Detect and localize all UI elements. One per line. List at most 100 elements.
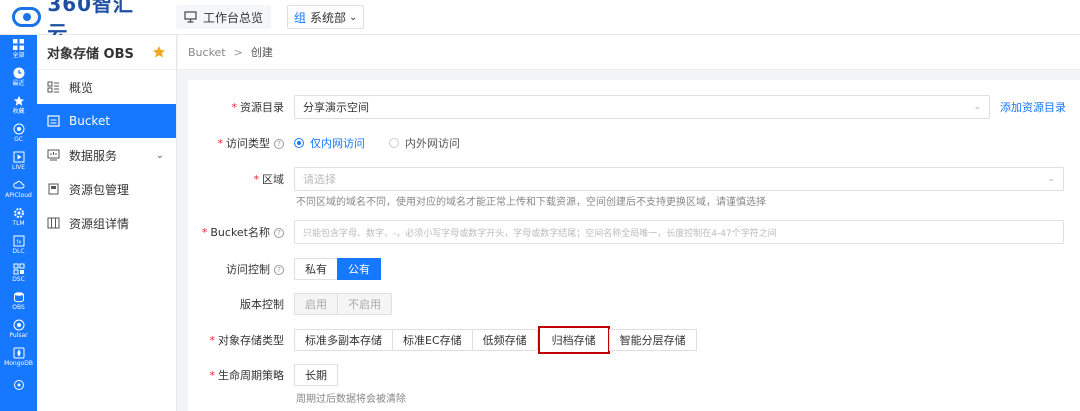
dsc-icon (13, 263, 25, 275)
workbench-label: 工作台总览 (203, 10, 264, 25)
chevron-down-icon: ⌄ (973, 102, 981, 112)
workbench-button[interactable]: 工作台总览 (176, 5, 272, 29)
rail-item-more[interactable] (0, 371, 37, 399)
package-icon (47, 183, 63, 195)
pulsar-icon (13, 319, 25, 331)
sidebar-item-resource-group[interactable]: 资源组详情 (37, 206, 176, 240)
rail-label: DSC (12, 275, 25, 283)
rail-item-pulsar[interactable]: Pulsar (0, 315, 37, 343)
breadcrumb-current: 创建 (250, 46, 273, 59)
rail-label: Pulsar (9, 331, 28, 339)
top-bar: 360智汇云 工作台总览 组 系统部 ⌄ (0, 0, 1080, 45)
rail-label: OBS (12, 303, 25, 311)
rail-label: MongoDB (4, 359, 33, 367)
lifecycle-label: * 生命周期策略 (209, 369, 285, 382)
versioning-label: 版本控制 (240, 298, 284, 311)
cloud-api-icon (12, 179, 25, 191)
acl-row: 访问控制? 私有 公有 (188, 258, 1080, 280)
rail-item-最近[interactable]: 最近 (0, 63, 37, 91)
department-selector[interactable]: 组 系统部 ⌄ (287, 5, 365, 29)
radio-intranet-only[interactable]: 仅内网访问 (294, 135, 365, 151)
sidebar-item-data-service[interactable]: 数据服务 ⌄ (37, 138, 176, 172)
rail-item-tlm[interactable]: TLM (0, 203, 37, 231)
rail-item-dsc[interactable]: DSC (0, 259, 37, 287)
storage-type-row: * 对象存储类型 标准多副本存储 标准EC存储 低频存储 归档存储 智能分层存储 (188, 326, 1080, 354)
help-icon: ? (274, 228, 284, 238)
logo-mark-icon (12, 7, 42, 27)
rail-label: DLC (12, 247, 25, 255)
region-label: * 区域 (253, 173, 285, 186)
sidebar-item-overview[interactable]: 概览 (37, 70, 176, 104)
region-hint: 不同区域的域名不同，使用对应的域名才能正常上传和下载资源，空间创建后不支持更换区… (296, 197, 766, 208)
more-icon (13, 379, 25, 391)
svg-text:fx: fx (16, 239, 21, 245)
mongodb-icon (13, 347, 25, 359)
rail-item-dlc[interactable]: fx DLC (0, 231, 37, 259)
rail-label: 最近 (12, 79, 25, 87)
sidebar-item-bucket[interactable]: Bucket (37, 104, 176, 138)
favorite-star-icon[interactable] (152, 45, 166, 59)
storage-archive-button[interactable]: 归档存储 (537, 326, 610, 354)
resource-dir-select[interactable]: 分享演示空间 ⌄ (294, 95, 990, 119)
acl-label: 访问控制? (188, 261, 290, 277)
versioning-enable-button[interactable]: 启用 (294, 293, 338, 315)
monitor-icon (184, 11, 197, 23)
acl-segment: 私有 公有 (294, 258, 381, 280)
resource-group-icon (47, 217, 63, 229)
add-resource-dir-link[interactable]: 添加资源目录 (1000, 99, 1066, 115)
sidebar-item-package[interactable]: 资源包管理 (37, 172, 176, 206)
lifecycle-hint: 周期过后数据将会被清除 (296, 394, 406, 405)
region-row: * 区域 请选择 ⌄ (188, 167, 1080, 191)
overview-icon (47, 81, 63, 93)
play-icon (13, 151, 25, 163)
rail-item-gc[interactable]: GC (0, 119, 37, 147)
versioning-disable-button[interactable]: 不启用 (337, 293, 392, 315)
rail-label: LIVE (11, 163, 25, 171)
sidebar-item-label: Bucket (69, 114, 111, 128)
star-icon (13, 95, 25, 107)
sidebar-item-label: 概览 (69, 80, 94, 95)
resource-dir-row: * 资源目录 分享演示空间 ⌄ 添加资源目录 (188, 95, 1080, 119)
bucket-name-input[interactable]: 只能包含字母、数字、-，必须小写字母或数字开头，字母或数字结尾；空间名称全局唯一… (294, 220, 1064, 244)
help-icon: ? (274, 139, 284, 149)
acl-private-button[interactable]: 私有 (294, 258, 338, 280)
sidebar-item-label: 数据服务 (69, 148, 118, 163)
rail-label: 全部 (12, 51, 25, 59)
rail-item-收藏[interactable]: 收藏 (0, 91, 37, 119)
lifecycle-segment: 长期 (294, 364, 338, 386)
acl-public-button[interactable]: 公有 (337, 258, 381, 280)
data-service-icon (47, 149, 63, 161)
breadcrumb-parent[interactable]: Bucket (188, 46, 226, 59)
region-select[interactable]: 请选择 ⌄ (294, 167, 1064, 191)
bucket-name-row: * Bucket名称? 只能包含字母、数字、-，必须小写字母或数字开头，字母或数字… (188, 220, 1080, 244)
create-bucket-form: * 资源目录 分享演示空间 ⌄ 添加资源目录 * 访问类型? 仅内网访问 内外网访问… (188, 80, 1080, 411)
rail-item-全部[interactable]: 全部 (0, 35, 37, 63)
breadcrumb-separator: > (233, 45, 243, 59)
bucket-name-placeholder: 只能包含字母、数字、-，必须小写字母或数字开头，字母或数字结尾；空间名称全局唯一… (303, 228, 777, 239)
clock-icon (13, 67, 25, 79)
rail-item-obs[interactable]: OBS (0, 287, 37, 315)
sidebar-item-label: 资源组详情 (69, 216, 130, 231)
department-label: 系统部 (310, 10, 347, 25)
storage-intelligent-tiering-button[interactable]: 智能分层存储 (608, 329, 697, 351)
bucket-icon (47, 115, 63, 127)
gear-icon (13, 207, 25, 219)
storage-infrequent-button[interactable]: 低频存储 (471, 329, 538, 351)
product-rail: 全部最近收藏 GC LIVE APICloud TLM fx DLC DSC OBS Pulsar… (0, 35, 37, 411)
chevron-down-icon: ⌄ (349, 11, 358, 23)
grid-icon (13, 39, 25, 51)
sidebar-header: 对象存储 OBS (37, 35, 176, 70)
rail-item-apicloud[interactable]: APICloud (0, 175, 37, 203)
lifecycle-row: * 生命周期策略 长期 (188, 364, 1080, 386)
storage-standard-replica-button[interactable]: 标准多副本存储 (294, 329, 393, 351)
radio-internet-intranet[interactable]: 内外网访问 (389, 135, 460, 151)
rail-item-mongodb[interactable]: MongoDB (0, 343, 37, 371)
versioning-segment: 启用 不启用 (294, 293, 392, 315)
department-tag: 组 (294, 10, 307, 25)
storage-standard-ec-button[interactable]: 标准EC存储 (392, 329, 473, 351)
rail-label: 收藏 (12, 107, 25, 115)
rail-item-live[interactable]: LIVE (0, 147, 37, 175)
lifecycle-long-term-button[interactable]: 长期 (294, 364, 338, 386)
breadcrumb: Bucket > 创建 (178, 35, 1080, 70)
rail-label: TLM (12, 219, 25, 227)
